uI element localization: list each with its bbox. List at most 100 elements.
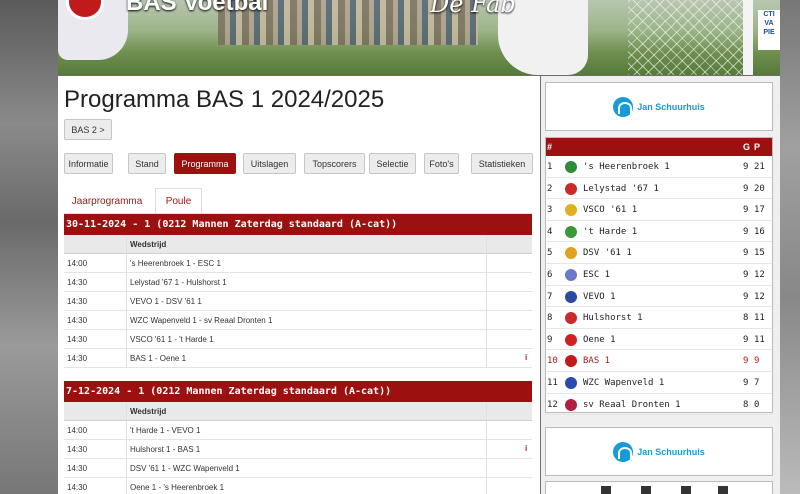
standings-games: 9 bbox=[743, 226, 749, 237]
standings-team: VEVO 1 bbox=[583, 291, 616, 302]
column-header: Wedstrijd bbox=[64, 402, 532, 421]
standings-games: 9 bbox=[743, 334, 749, 345]
standings-team: sv Reaal Dronten 1 bbox=[583, 399, 681, 410]
standings-team: DSV '61 1 bbox=[583, 248, 632, 259]
match-time: 14:30 bbox=[67, 316, 88, 325]
header-banner: CTI VA PIE BAS Voetbal De Fab bbox=[58, 0, 780, 75]
match-row[interactable]: 14:30 Lelystad '67 1 - Hulshorst 1 bbox=[64, 273, 532, 292]
match-row[interactable]: 14:00 't Harde 1 - VEVO 1 bbox=[64, 421, 532, 440]
nav-informatie-button[interactable]: Informatie bbox=[64, 153, 113, 174]
nav-stand-button[interactable]: Stand bbox=[128, 153, 166, 174]
match-row[interactable]: 14:00 's Heerenbroek 1 - ESC 1 bbox=[64, 254, 532, 273]
tab-poule[interactable]: Poule bbox=[155, 188, 202, 214]
match-row[interactable]: 14:30 WZC Wapenveld 1 - sv Reaal Dronten … bbox=[64, 311, 532, 330]
standings-header: # G P bbox=[546, 138, 772, 156]
standings-row[interactable]: 3 VSCO '61 1 9 17 bbox=[546, 199, 772, 221]
share-icon[interactable] bbox=[641, 486, 651, 494]
match-teams: 't Harde 1 - VEVO 1 bbox=[130, 426, 201, 435]
team-crest-icon bbox=[565, 398, 577, 411]
match-time: 14:30 bbox=[67, 483, 88, 492]
standings-points: 12 bbox=[754, 291, 765, 302]
standings-points: 9 bbox=[754, 356, 760, 367]
nav-topscorers-button[interactable]: Topscorers bbox=[304, 153, 365, 174]
match-teams: Hulshorst 1 - BAS 1 bbox=[130, 445, 201, 454]
match-row[interactable]: 14:30 VEVO 1 - DSV '61 1 bbox=[64, 292, 532, 311]
standings-team: VSCO '61 1 bbox=[583, 205, 638, 216]
standings-position: 1 bbox=[547, 162, 553, 172]
nav-selectie-button[interactable]: Selectie bbox=[369, 153, 416, 174]
match-row[interactable]: 14:30 Hulshorst 1 - BAS 1 i bbox=[64, 440, 532, 459]
site-slogan: De Fab bbox=[430, 0, 516, 18]
column-header: Wedstrijd bbox=[64, 235, 532, 254]
standings-row[interactable]: 1 's Heerenbroek 1 9 21 bbox=[546, 156, 772, 178]
sponsor-logo-icon bbox=[613, 96, 634, 117]
standings-position: 9 bbox=[547, 334, 553, 345]
nav-uitslagen-button[interactable]: Uitslagen bbox=[243, 153, 296, 174]
standings-position: 7 bbox=[547, 291, 553, 302]
standings-points: 11 bbox=[754, 313, 765, 324]
standings-row[interactable]: 9 Oene 1 9 11 bbox=[546, 329, 772, 351]
standings-games: 9 bbox=[743, 269, 749, 280]
column-header-wedstrijd: Wedstrijd bbox=[130, 240, 167, 249]
site-title[interactable]: BAS Voetbal bbox=[126, 0, 268, 17]
match-row[interactable]: 14:30 VSCO '61 1 - 't Harde 1 bbox=[64, 330, 532, 349]
standings-points: 11 bbox=[754, 334, 765, 345]
standings-col-points: P bbox=[754, 142, 761, 152]
sponsor-logo-icon bbox=[613, 441, 634, 462]
standings-team: 't Harde 1 bbox=[583, 226, 638, 237]
standings-row[interactable]: 6 ESC 1 9 12 bbox=[546, 264, 772, 286]
standings-row[interactable]: 11 WZC Wapenveld 1 97 bbox=[546, 372, 772, 394]
match-teams: Oene 1 - 's Heerenbroek 1 bbox=[130, 483, 225, 492]
match-row[interactable]: 14:30 BAS 1 - Oene 1 i bbox=[64, 349, 532, 368]
nav-fotos-button[interactable]: Foto's bbox=[424, 153, 459, 174]
standings-games: 9 bbox=[743, 356, 749, 367]
info-icon[interactable]: i bbox=[525, 353, 527, 362]
match-teams: VEVO 1 - DSV '61 1 bbox=[130, 297, 202, 306]
standings-points: 12 bbox=[754, 269, 765, 280]
match-teams: 's Heerenbroek 1 - ESC 1 bbox=[130, 259, 221, 268]
nav-programma-button[interactable]: Programma bbox=[174, 153, 236, 174]
standings-row[interactable]: 7 VEVO 1 9 12 bbox=[546, 286, 772, 308]
match-time: 14:30 bbox=[67, 278, 88, 287]
header-photo-banner: CTI VA PIE bbox=[758, 10, 780, 50]
standings-games: 9 bbox=[743, 162, 749, 172]
team-crest-icon bbox=[565, 376, 577, 389]
standings-points: 20 bbox=[754, 183, 765, 194]
standings-row[interactable]: 8 Hulshorst 1 8 11 bbox=[546, 307, 772, 329]
standings-team: Lelystad '67 1 bbox=[583, 183, 659, 194]
info-icon[interactable]: i bbox=[525, 444, 527, 453]
standings-position: 10 bbox=[547, 356, 558, 367]
match-teams: Lelystad '67 1 - Hulshorst 1 bbox=[130, 278, 227, 287]
nav-statistieken-button[interactable]: Statistieken bbox=[471, 153, 533, 174]
standings-row[interactable]: 4 't Harde 1 9 16 bbox=[546, 221, 772, 243]
standings-row[interactable]: 10 BAS 1 99 bbox=[546, 350, 772, 372]
sponsor-banner[interactable]: Jan Schuurhuis bbox=[545, 82, 773, 131]
sidebar: Jan Schuurhuis # G P 1's Heerenbroek 192… bbox=[541, 76, 780, 494]
standings-table: # G P 1's Heerenbroek 1 9 21 2 Lelystad '67 … bbox=[545, 137, 773, 416]
share-icon[interactable] bbox=[718, 486, 728, 494]
match-teams: WZC Wapenveld 1 - sv Reaal Dronten 1 bbox=[130, 316, 273, 325]
standings-col-games: G bbox=[743, 142, 751, 152]
match-time: 14:30 bbox=[67, 335, 88, 344]
match-day-title: 30-11-2024 - 1 (0212 Mannen Zaterdag sta… bbox=[64, 214, 532, 235]
team-crest-icon bbox=[565, 355, 577, 368]
team-switch-button[interactable]: BAS 2 > bbox=[64, 119, 112, 140]
main-content: Programma BAS 1 2024/2025 BAS 2 > Inform… bbox=[58, 76, 540, 494]
share-icon[interactable] bbox=[681, 486, 691, 494]
page-background-left bbox=[0, 0, 58, 494]
standings-row[interactable]: 2 Lelystad '67 1 9 20 bbox=[546, 178, 772, 200]
match-row[interactable]: 14:30 DSV '61 1 - WZC Wapenveld 1 bbox=[64, 459, 532, 478]
match-time: 14:30 bbox=[67, 354, 88, 363]
standings-col-pos: # bbox=[547, 142, 553, 152]
standings-games: 9 bbox=[743, 248, 749, 259]
match-row[interactable]: 14:30 Oene 1 - 's Heerenbroek 1 bbox=[64, 478, 532, 494]
standings-row[interactable]: 5 DSV '61 1 9 15 bbox=[546, 242, 772, 264]
tab-jaarprogramma[interactable]: Jaarprogramma bbox=[64, 188, 150, 214]
team-crest-icon bbox=[565, 268, 577, 281]
share-icon[interactable] bbox=[601, 486, 611, 494]
standings-row[interactable]: 12 sv Reaal Dronten 1 80 bbox=[546, 394, 772, 416]
standings-team: WZC Wapenveld 1 bbox=[583, 377, 665, 388]
team-crest-icon bbox=[565, 247, 577, 260]
sponsor-banner[interactable]: Jan Schuurhuis bbox=[545, 427, 773, 476]
team-crest-icon bbox=[565, 290, 577, 303]
